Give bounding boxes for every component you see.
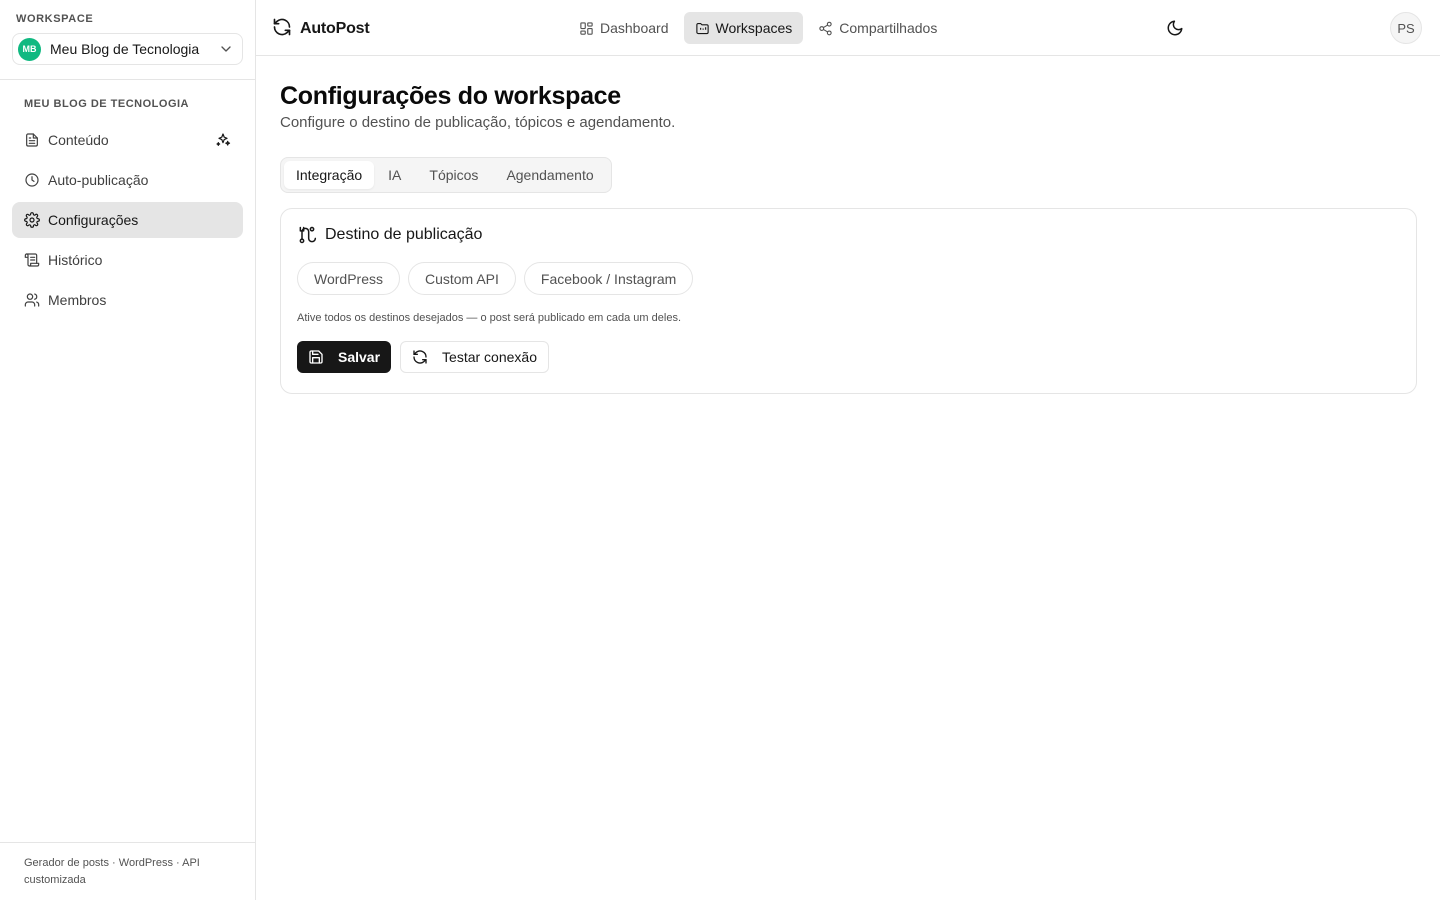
nav-dashboard[interactable]: Dashboard xyxy=(568,12,680,44)
moon-icon[interactable] xyxy=(1166,19,1184,37)
tab-ia[interactable]: IA xyxy=(374,161,415,189)
top-nav: Dashboard Workspaces Compartilhados xyxy=(568,12,952,44)
clock-icon xyxy=(24,172,40,188)
tab-topicos[interactable]: Tópicos xyxy=(415,161,492,189)
save-label: Salvar xyxy=(338,349,381,365)
sidebar-item-conteudo[interactable]: Conteúdo xyxy=(12,122,243,158)
sidebar: WORKSPACE MB Meu Blog de Tecnologia MEU … xyxy=(0,0,256,900)
nav-label: Dashboard xyxy=(600,20,669,36)
sidebar-nav: MEU BLOG DE TECNOLOGIA Conteúdo Auto-pub… xyxy=(0,80,255,318)
brand-name: AutoPost xyxy=(300,19,370,37)
sidebar-item-configuracoes[interactable]: Configurações xyxy=(12,202,243,238)
card-title: Destino de publicação xyxy=(297,225,1400,245)
sidebar-footer: Gerador de posts · WordPress · API custo… xyxy=(0,842,255,900)
save-icon xyxy=(309,350,323,364)
file-text-icon xyxy=(24,132,40,148)
chevron-down-icon xyxy=(218,41,234,57)
destination-facebook-instagram[interactable]: Facebook / Instagram xyxy=(523,262,694,295)
grid-icon xyxy=(580,21,593,35)
workspace-selector[interactable]: MB Meu Blog de Tecnologia xyxy=(12,33,243,65)
sidebar-item-historico[interactable]: Histórico xyxy=(12,242,243,278)
test-connection-button[interactable]: Testar conexão xyxy=(400,341,549,373)
workspace-label: WORKSPACE xyxy=(16,13,94,25)
sidebar-item-label: Auto-publicação xyxy=(48,172,149,188)
sidebar-item-label: Configurações xyxy=(48,212,139,228)
tab-integracao[interactable]: Integração xyxy=(284,161,375,189)
sidebar-item-label: Histórico xyxy=(48,252,103,268)
nav-compartilhados[interactable]: Compartilhados xyxy=(807,12,948,44)
share-icon xyxy=(819,21,832,35)
destination-custom-api[interactable]: Custom API xyxy=(407,262,516,295)
users-icon xyxy=(24,292,40,308)
destination-wordpress[interactable]: WordPress xyxy=(297,262,400,295)
nav-label: Workspaces xyxy=(715,20,793,36)
nav-workspaces[interactable]: Workspaces xyxy=(683,12,804,44)
sidebar-item-membros[interactable]: Membros xyxy=(12,282,243,318)
gear-icon xyxy=(24,212,40,228)
page-title: Configurações do workspace xyxy=(280,82,621,110)
sidebar-item-label: Conteúdo xyxy=(48,132,109,148)
publish-destination-card: Destino de publicação WordPress Custom A… xyxy=(280,208,1417,394)
main-content: Configurações do workspace Configure o d… xyxy=(280,80,1417,394)
workspace-name: Meu Blog de Tecnologia xyxy=(50,41,200,57)
destination-options: WordPress Custom API Facebook / Instagra… xyxy=(297,262,1400,295)
top-bar: AutoPost Dashboard Workspaces Compartilh… xyxy=(256,0,1440,56)
sidebar-section-label: MEU BLOG DE TECNOLOGIA xyxy=(24,98,189,110)
folder-icon xyxy=(695,22,709,34)
user-avatar[interactable]: PS xyxy=(1390,12,1422,44)
nav-label: Compartilhados xyxy=(839,20,938,36)
refresh-icon xyxy=(413,350,427,364)
workspace-avatar: MB xyxy=(18,37,41,61)
route-icon xyxy=(299,226,317,244)
card-actions: Salvar Testar conexão xyxy=(297,341,1400,373)
page-subtitle: Configure o destino de publicação, tópic… xyxy=(280,114,676,131)
card-title-text: Destino de publicação xyxy=(325,226,483,243)
destination-hint: Ative todos os destinos desejados — o po… xyxy=(297,312,682,324)
sparkles-icon[interactable] xyxy=(215,132,231,148)
sidebar-item-label: Membros xyxy=(48,292,107,308)
sidebar-item-auto-publicacao[interactable]: Auto-publicação xyxy=(12,162,243,198)
test-connection-label: Testar conexão xyxy=(442,349,537,365)
brand[interactable]: AutoPost xyxy=(272,17,370,40)
refresh-logo-icon xyxy=(272,17,292,40)
scroll-icon xyxy=(24,252,40,268)
tab-agendamento[interactable]: Agendamento xyxy=(492,161,607,189)
workspace-header: WORKSPACE MB Meu Blog de Tecnologia xyxy=(0,0,255,80)
settings-tabs: Integração IA Tópicos Agendamento xyxy=(280,157,612,193)
save-button[interactable]: Salvar xyxy=(297,341,392,373)
